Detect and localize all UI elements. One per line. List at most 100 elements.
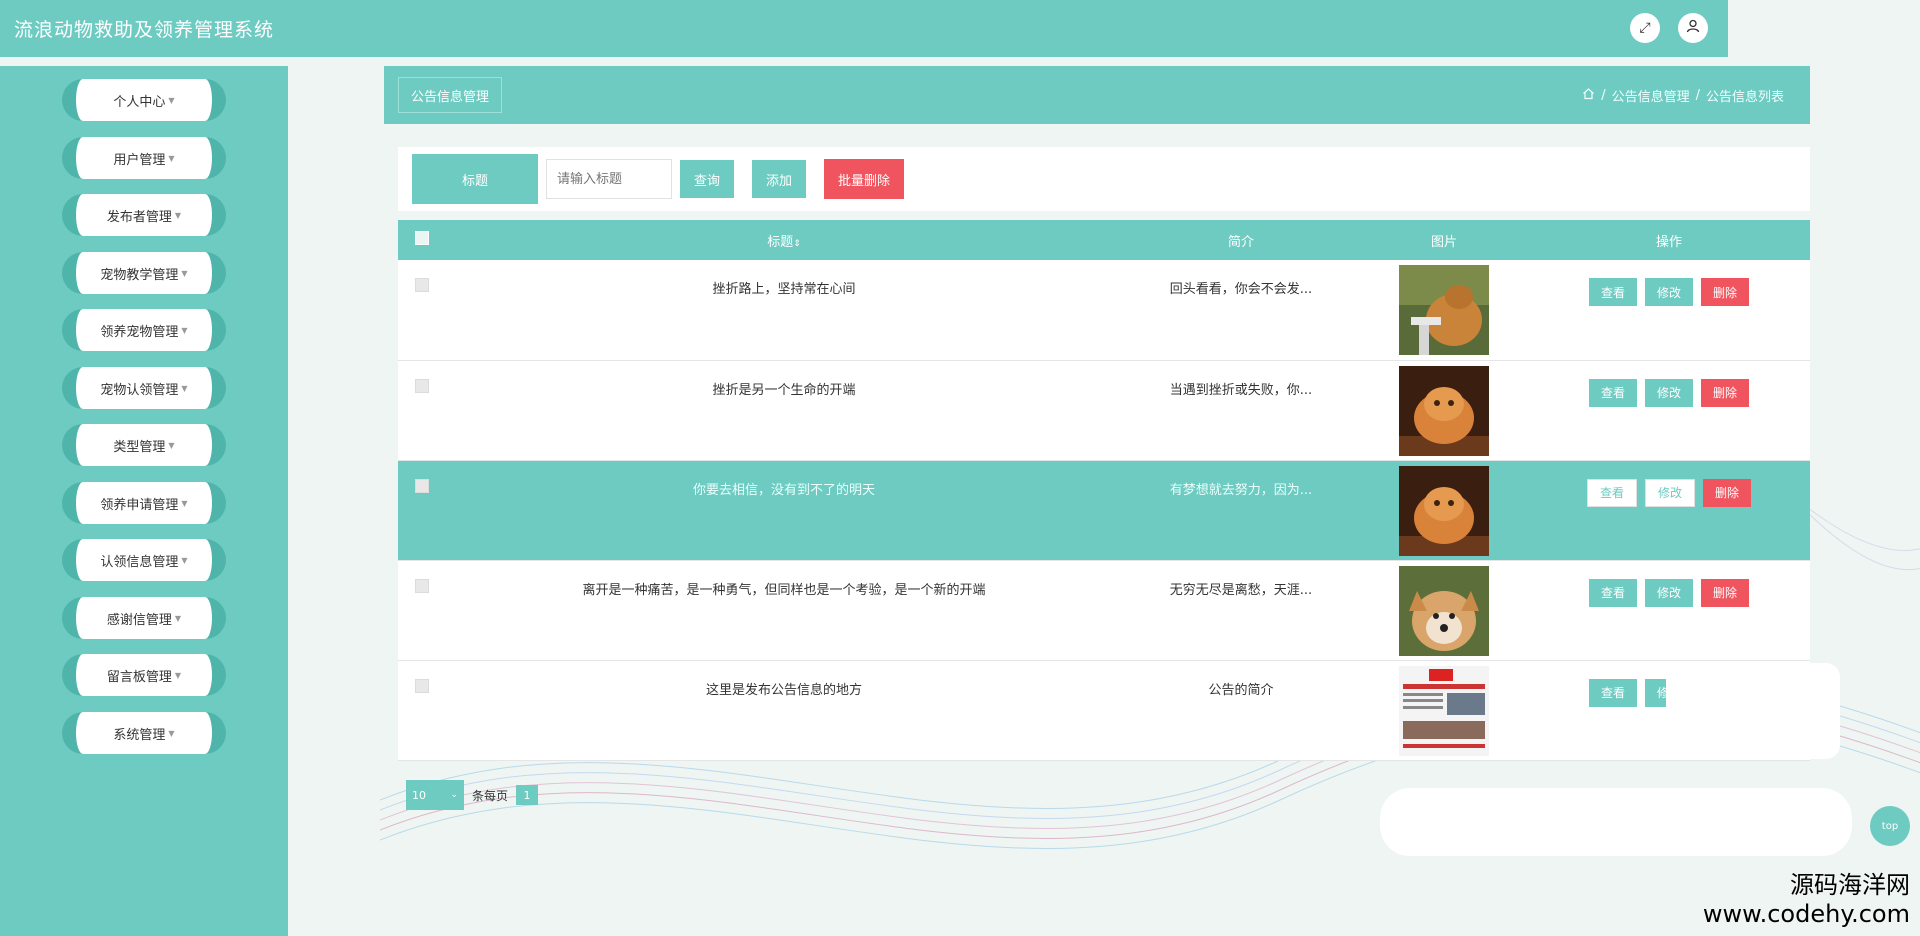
breadcrumb-bar: 公告信息管理 / 公告信息管理 / 公告信息列表 [384, 66, 1810, 124]
chevron-down-icon: ▼ [181, 383, 188, 393]
sidebar-item-message-board[interactable]: 留言板管理 ▼ [62, 654, 226, 696]
per-page-label: 条每页 [472, 788, 509, 803]
persian-cat-thumbnail [1399, 365, 1489, 456]
view-button[interactable]: 查看 [1588, 278, 1637, 306]
chevron-down-icon: ▼ [181, 498, 188, 508]
sidebar-item-profile[interactable]: 个人中心 ▼ [62, 79, 226, 121]
select-all-checkbox[interactable] [415, 231, 429, 245]
sidebar-item-publishers[interactable]: 发布者管理 ▼ [62, 194, 226, 236]
user-menu-button[interactable] [1678, 13, 1708, 43]
sidebar-item-label: 系统管理 [113, 727, 166, 743]
table-row: 挫折是另一个生命的开端 当遇到挫折或失败，你... 查看 修改 删除 [398, 360, 1810, 460]
column-header-summary: 简介 [1227, 234, 1254, 250]
sidebar-item-pet-teaching[interactable]: 宠物教学管理 ▼ [62, 252, 226, 294]
search-bar: 标题 查询 添加 批量删除 [398, 147, 1810, 211]
chevron-down-icon: ▼ [174, 613, 182, 623]
watermark: 源码海洋网 www.codehy.com [1703, 865, 1910, 928]
sidebar-item-thank-letters[interactable]: 感谢信管理 ▼ [62, 597, 226, 639]
delete-button[interactable]: 删除 [1703, 478, 1752, 507]
sidebar-item-users[interactable]: 用户管理 ▼ [62, 137, 226, 179]
cell-title: 挫折是另一个生命的开端 [712, 382, 856, 398]
sidebar-item-label: 感谢信管理 [106, 612, 172, 628]
cat-photo-thumbnail [1399, 265, 1489, 355]
sidebar-item-system[interactable]: 系统管理 ▼ [62, 712, 226, 754]
cell-summary: 公告的简介 [1208, 682, 1274, 698]
chevron-down-icon: ▼ [181, 325, 188, 335]
batch-delete-button[interactable]: 批量删除 [824, 159, 905, 199]
top-bar: 流浪动物救助及领养管理系统 ⤢ [0, 0, 1728, 57]
watermark-url: www.codehy.com [1702, 900, 1910, 928]
table-row: 你要去相信，没有到不了的明天 有梦想就去努力，因为... 查看 修改 删除 [398, 460, 1810, 560]
breadcrumb-item[interactable]: 公告信息管理 [1612, 86, 1690, 105]
chevron-down-icon: ▼ [181, 268, 188, 278]
sidebar-item-types[interactable]: 类型管理 ▼ [62, 424, 226, 466]
breadcrumb-separator: / [1601, 87, 1606, 103]
column-header-title[interactable]: 标题⇕ [446, 220, 1122, 260]
view-button[interactable]: 查看 [1588, 678, 1637, 707]
table-row: 这里是发布公告信息的地方 公告的简介 查看修改删除 [398, 660, 1810, 760]
fullscreen-button[interactable]: ⤢ [1630, 13, 1660, 43]
chevron-down-icon: ▼ [174, 670, 182, 680]
sidebar-item-label: 发布者管理 [106, 209, 172, 225]
chevron-down-icon: ▼ [168, 440, 175, 450]
chevron-down-icon: ▼ [168, 95, 175, 105]
sidebar-item-label: 领养宠物管理 [100, 324, 179, 340]
view-button[interactable]: 查看 [1586, 478, 1637, 507]
table-header-row: 标题⇕ 简介 图片 操作 [398, 220, 1810, 260]
sidebar-item-label: 类型管理 [113, 439, 166, 455]
row-checkbox[interactable] [415, 578, 429, 593]
sidebar-item-label: 宠物教学管理 [100, 267, 179, 283]
edit-button[interactable]: 修改 [1644, 378, 1693, 407]
watermark-name: 源码海洋网 [1790, 871, 1910, 899]
cell-title: 这里是发布公告信息的地方 [705, 682, 862, 698]
overlay-box [1666, 663, 1840, 759]
sidebar-item-claim-info[interactable]: 认领信息管理 ▼ [62, 539, 226, 581]
chevron-down-icon: ▼ [181, 555, 188, 565]
edit-button[interactable]: 修改 [1644, 578, 1693, 607]
page-number-current[interactable]: 1 [516, 785, 539, 805]
page-title: 公告信息管理 [398, 77, 503, 113]
chevron-down-icon: ▼ [168, 728, 175, 738]
query-button[interactable]: 查询 [680, 160, 735, 198]
sidebar: 个人中心 ▼ 用户管理 ▼ 发布者管理 ▼ 宠物教学管理 ▼ 领养宠物管理 ▼ 宠物认领管… [0, 66, 288, 936]
cell-title: 离开是一种痛苦，是一种勇气，但同样也是一个考验，是一个新的开端 [582, 582, 986, 598]
row-checkbox[interactable] [415, 378, 429, 393]
sidebar-item-pet-claim[interactable]: 宠物认领管理 ▼ [62, 367, 226, 409]
cell-summary: 有梦想就去努力，因为... [1169, 482, 1313, 498]
back-to-top-button[interactable]: top [1870, 806, 1910, 846]
column-header-actions: 操作 [1655, 234, 1682, 250]
sidebar-item-label: 用户管理 [113, 152, 166, 168]
pagination: 10 ⌄ 条每页 1 [406, 780, 539, 810]
expand-icon: ⤢ [1639, 20, 1651, 36]
sidebar-item-label: 个人中心 [113, 94, 166, 110]
table-row: 挫折路上，坚持常在心间 回头看看，你会不会发... 查看 修改 删除 [398, 260, 1810, 360]
column-header-image: 图片 [1430, 234, 1457, 250]
sidebar-item-label: 宠物认领管理 [100, 382, 179, 398]
cell-summary: 当遇到挫折或失败，你... [1169, 382, 1313, 398]
sidebar-item-label: 领养申请管理 [100, 497, 179, 513]
chevron-down-icon: ⌄ [450, 790, 458, 800]
edit-button[interactable]: 修改 [1644, 278, 1693, 306]
sidebar-item-adopt-applications[interactable]: 领养申请管理 ▼ [62, 482, 226, 524]
row-checkbox[interactable] [415, 678, 429, 693]
delete-button[interactable]: 删除 [1701, 278, 1750, 306]
row-checkbox[interactable] [415, 478, 429, 493]
overlay-box [1380, 788, 1852, 856]
row-checkbox[interactable] [415, 278, 429, 292]
sidebar-item-adopt-pets[interactable]: 领养宠物管理 ▼ [62, 309, 226, 351]
cell-title: 挫折路上，坚持常在心间 [712, 282, 856, 297]
edit-button[interactable]: 修改 [1644, 478, 1695, 507]
sort-icon: ⇕ [793, 238, 801, 249]
home-icon[interactable] [1582, 87, 1595, 104]
dog-photo-thumbnail [1399, 565, 1489, 656]
view-button[interactable]: 查看 [1588, 378, 1637, 407]
add-button[interactable]: 添加 [752, 160, 807, 198]
chevron-down-icon: ▼ [174, 210, 182, 220]
sidebar-item-label: 认领信息管理 [100, 554, 179, 570]
cell-title: 你要去相信，没有到不了的明天 [692, 482, 875, 498]
delete-button[interactable]: 删除 [1701, 378, 1750, 407]
delete-button[interactable]: 删除 [1701, 578, 1750, 607]
search-input[interactable] [546, 159, 672, 199]
page-size-select[interactable]: 10 ⌄ [406, 780, 464, 810]
view-button[interactable]: 查看 [1588, 578, 1637, 607]
